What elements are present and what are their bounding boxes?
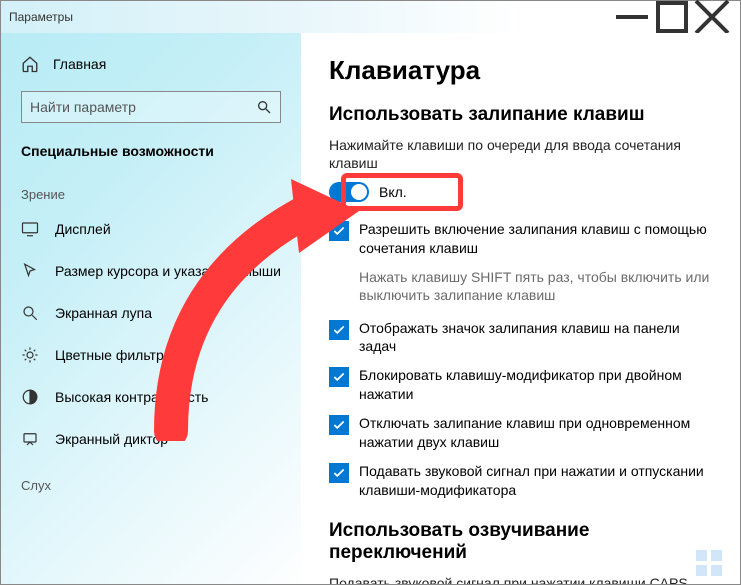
sticky-keys-desc: Нажимайте клавиши по очереди для ввода с…	[329, 136, 712, 172]
home-label: Главная	[53, 56, 106, 72]
sidebar-item-label: Цветные фильтры	[55, 347, 174, 363]
toggle-keys-heading: Использовать озвучивание переключений	[329, 520, 712, 564]
close-button[interactable]	[692, 3, 732, 31]
sidebar-item-magnifier[interactable]: Экранная лупа	[1, 292, 301, 334]
check-turnoff-label: Отключать залипание клавиш при одновреме…	[359, 414, 712, 452]
sidebar-item-label: Высокая контрастность	[55, 389, 208, 405]
sticky-keys-heading: Использовать залипание клавиш	[329, 104, 712, 126]
check-taskbar-icon[interactable]	[329, 320, 349, 340]
check-sound-label: Подавать звуковой сигнал при нажатии и о…	[359, 462, 712, 500]
search-box[interactable]	[21, 91, 281, 123]
content-pane: Клавиатура Использовать залипание клавиш…	[301, 33, 740, 584]
narrator-icon	[21, 430, 39, 448]
sidebar-item-display[interactable]: Дисплей	[1, 208, 301, 250]
sidebar-item-label: Экранный диктор	[55, 431, 168, 447]
sidebar: Главная Специальные возможности Зрение Д…	[1, 33, 301, 584]
page-title: Клавиатура	[329, 55, 712, 86]
check-shortcut-hint: Нажать клавишу SHIFT пять раз, чтобы вкл…	[359, 268, 712, 304]
home-icon	[21, 55, 39, 73]
check-sound-modifier[interactable]	[329, 463, 349, 483]
check-shortcut[interactable]	[329, 221, 349, 241]
sidebar-item-cursor[interactable]: Размер курсора и указателя мыши	[1, 250, 301, 292]
check-lock-label: Блокировать клавишу-модификатор при двой…	[359, 366, 712, 404]
watermark-icon	[696, 550, 722, 576]
toggle-keys-desc: Подавать звуковой сигнал при нажатии кла…	[329, 574, 712, 584]
titlebar: Параметры	[1, 1, 740, 33]
window-title: Параметры	[9, 10, 612, 24]
sidebar-item-label: Дисплей	[55, 221, 111, 237]
section-heading: Специальные возможности	[1, 137, 301, 169]
display-icon	[21, 220, 39, 238]
group-hearing: Слух	[1, 460, 301, 499]
maximize-button[interactable]	[652, 3, 692, 31]
home-nav[interactable]: Главная	[1, 47, 301, 81]
search-input[interactable]	[30, 99, 256, 115]
sidebar-item-narrator[interactable]: Экранный диктор	[1, 418, 301, 460]
check-turnoff-two-keys[interactable]	[329, 415, 349, 435]
cursor-icon	[21, 262, 39, 280]
sidebar-item-label: Экранная лупа	[55, 305, 152, 321]
check-shortcut-label: Разрешить включение залипания клавиш с п…	[359, 220, 712, 258]
sidebar-item-label: Размер курсора и указателя мыши	[55, 263, 281, 279]
toggle-label: Вкл.	[379, 184, 407, 200]
sidebar-item-color-filters[interactable]: Цветные фильтры	[1, 334, 301, 376]
group-vision: Зрение	[1, 169, 301, 208]
sun-icon	[21, 346, 39, 364]
minimize-button[interactable]	[612, 3, 652, 31]
search-icon	[256, 99, 272, 115]
contrast-icon	[21, 388, 39, 406]
sidebar-item-high-contrast[interactable]: Высокая контрастность	[1, 376, 301, 418]
sticky-keys-toggle[interactable]	[329, 182, 369, 202]
check-taskbar-label: Отображать значок залипания клавиш на па…	[359, 319, 712, 357]
check-lock-modifier[interactable]	[329, 367, 349, 387]
magnifier-icon	[21, 304, 39, 322]
